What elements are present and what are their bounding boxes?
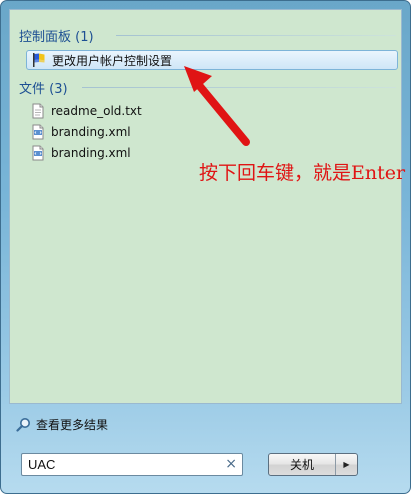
result-label: branding.xml [51,146,131,160]
result-item-branding-xml-1[interactable]: branding.xml [26,122,131,142]
search-box[interactable]: × [21,453,243,476]
group-divider [116,35,396,36]
xml-file-icon [30,124,46,140]
see-more-results-link[interactable]: 查看更多结果 [16,416,108,433]
start-menu-window: 控制面板 (1) 更改用户帐户控制设置 文件 (3) readme_old.tx… [0,0,411,494]
result-item-readme-old[interactable]: readme_old.txt [26,101,142,121]
shutdown-options-arrow-icon[interactable]: ▶ [336,454,357,475]
result-item-branding-xml-2[interactable]: branding.xml [26,143,131,163]
see-more-label: 查看更多结果 [36,418,109,432]
search-input[interactable] [22,455,218,474]
red-arrow-icon [184,66,250,146]
text-file-icon [30,103,46,119]
clear-search-icon[interactable]: × [225,456,237,473]
shutdown-button[interactable]: 关机 [269,454,336,475]
shutdown-button-group: 关机 ▶ [268,453,358,476]
xml-file-icon [30,145,46,161]
result-label: readme_old.txt [51,104,142,118]
search-results-panel: 控制面板 (1) 更改用户帐户控制设置 文件 (3) readme_old.tx… [9,9,406,404]
annotation-text: 按下回车键，就是Enter [199,162,406,184]
group-header-control-panel[interactable]: 控制面板 (1) [19,26,94,45]
result-label: branding.xml [51,125,131,139]
group-header-files[interactable]: 文件 (3) [19,78,68,97]
result-label: 更改用户帐户控制设置 [52,53,173,68]
uac-flag-icon [31,52,47,68]
search-icon [16,417,31,432]
